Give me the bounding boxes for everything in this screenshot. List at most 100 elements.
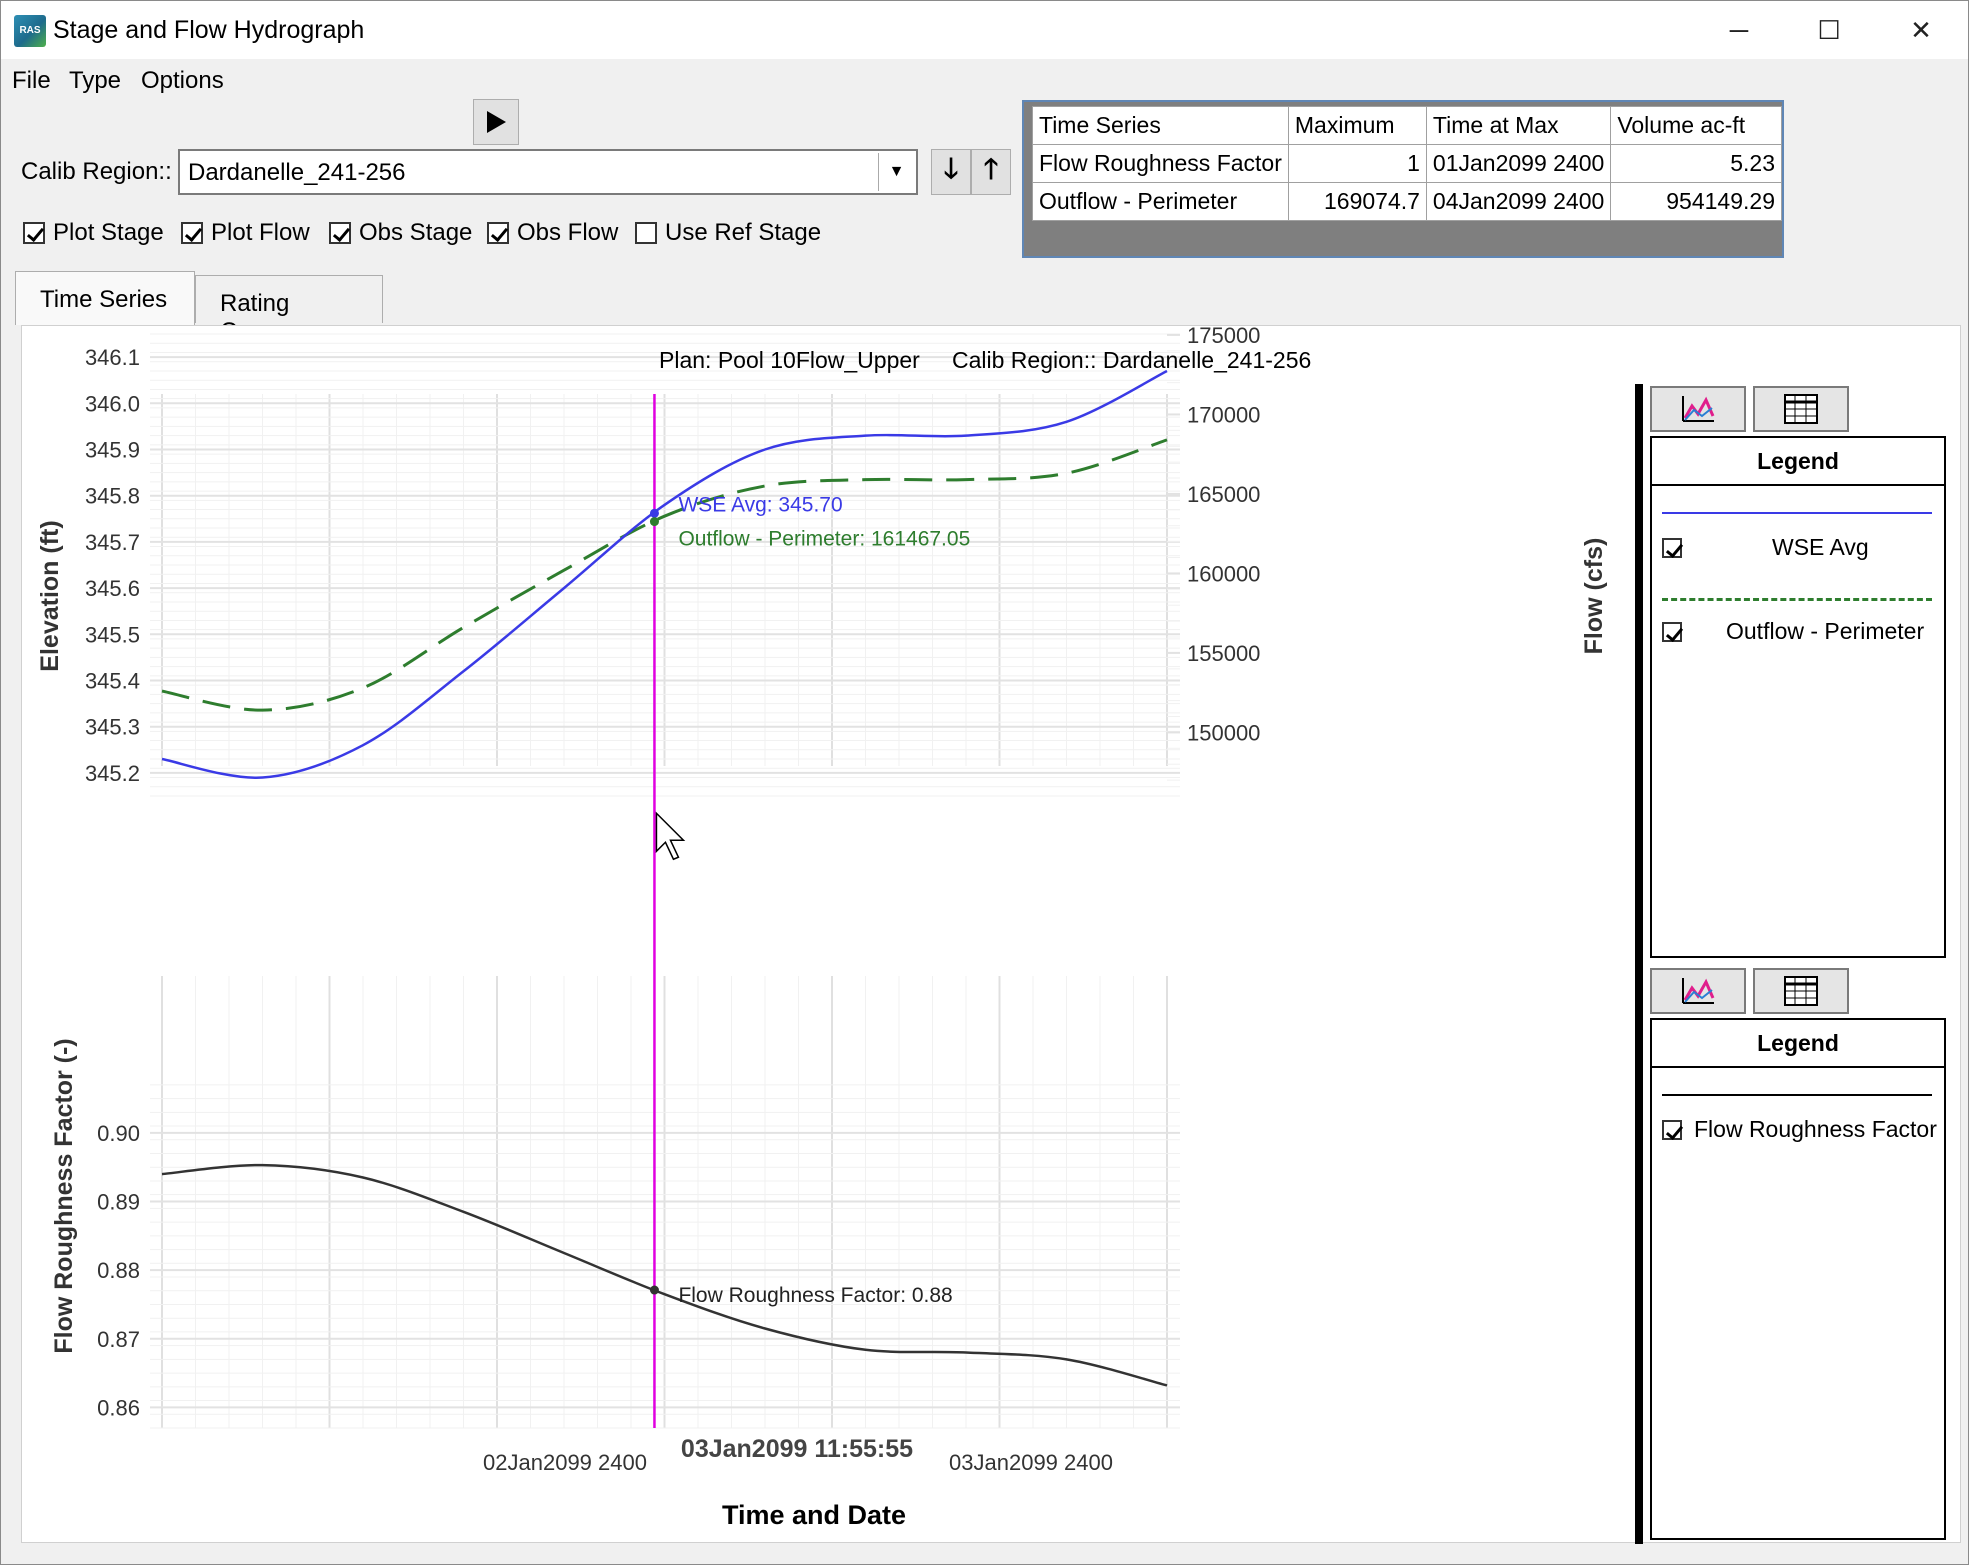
y-tick-label: 0.88 (97, 1258, 140, 1283)
x-tick-label: 03Jan2099 2400 (949, 1450, 1113, 1475)
legend-entry-roughness[interactable]: Flow Roughness Factor (1662, 1116, 1937, 1143)
plot-stage-checkbox[interactable]: Plot Stage (23, 219, 164, 247)
plot-title-plan: Plan: Pool 10Flow_Upper (659, 347, 920, 373)
y-axis-label-roughness: Flow Roughness Factor (-) (50, 1038, 78, 1353)
outflow-legend-swatch (1662, 598, 1932, 601)
checkbox-box[interactable] (181, 222, 203, 244)
menu-type[interactable]: Type (69, 67, 121, 95)
title-bar: RAS Stage and Flow Hydrograph ─ ☐ ✕ (1, 1, 1968, 59)
stats-grid-panel: Time Series Maximum Time at Max Volume a… (1022, 100, 1784, 258)
y-tick-label: 346.1 (85, 345, 140, 370)
menu-bar: File Type Options (1, 63, 1968, 103)
close-button[interactable]: ✕ (1876, 1, 1966, 59)
obs-flow-checkbox[interactable]: Obs Flow (487, 219, 618, 247)
checkbox-box[interactable] (1662, 621, 1682, 642)
stats-cell: 01Jan2099 2400 (1425, 144, 1612, 183)
cursor-time-label: 03Jan2099 11:55:55 (681, 1435, 913, 1463)
y-tick-label: 345.6 (85, 576, 140, 601)
y-tick-label: 0.86 (97, 1395, 140, 1420)
stats-cell: 169074.7 (1287, 182, 1427, 221)
legend-entry-wse[interactable]: WSE Avg (1662, 534, 1869, 561)
stats-header[interactable]: Time at Max (1425, 106, 1612, 145)
legend-entry-outflow[interactable]: Outflow - Perimeter (1662, 618, 1924, 645)
use-ref-stage-checkbox[interactable]: Use Ref Stage (635, 219, 821, 247)
hydrograph-window: RAS Stage and Flow Hydrograph ─ ☐ ✕ File… (0, 0, 1969, 1565)
chart-icon (1682, 978, 1715, 1004)
table-view-button[interactable] (1753, 386, 1849, 432)
lower-legend: Legend Flow Roughness Factor (1650, 1018, 1946, 1540)
plot-flow-checkbox[interactable]: Plot Flow (181, 219, 310, 247)
plot-view-button[interactable] (1650, 386, 1746, 432)
tab-time-series[interactable]: Time Series (15, 271, 195, 325)
stats-cell: 954149.29 (1610, 182, 1782, 221)
menu-file[interactable]: File (12, 67, 51, 95)
y-tick-label: 346.0 (85, 391, 140, 416)
lower-legend-toolbar (1650, 968, 1930, 1016)
y-tick-label: 345.4 (85, 669, 140, 694)
plot-view-button[interactable] (1650, 968, 1746, 1014)
grid-layer (150, 333, 1180, 1429)
menu-options[interactable]: Options (141, 67, 224, 95)
stats-row[interactable]: Outflow - Perimeter 169074.7 04Jan2099 2… (1032, 182, 1782, 221)
legend-title: Legend (1652, 1020, 1944, 1068)
stats-header[interactable]: Volume ac-ft (1610, 106, 1782, 145)
y-tick-label: 345.3 (85, 715, 140, 740)
wse-cursor-marker (649, 508, 659, 518)
roughness-legend-swatch (1662, 1094, 1932, 1096)
checkbox-box[interactable] (329, 222, 351, 244)
stats-cell: 1 (1287, 144, 1427, 183)
legend-entry-label: Flow Roughness Factor (1694, 1116, 1937, 1142)
checkbox-label: Obs Stage (359, 219, 473, 246)
obs-stage-checkbox[interactable]: Obs Stage (329, 219, 472, 247)
play-button[interactable] (473, 99, 519, 145)
checkbox-box[interactable] (1662, 537, 1682, 558)
stats-table: Time Series Maximum Time at Max Volume a… (1032, 106, 1782, 221)
y-tick-label: 155000 (1187, 641, 1260, 666)
stats-cell: 04Jan2099 2400 (1425, 182, 1612, 221)
y-tick-label: 345.5 (85, 622, 140, 647)
checkbox-box[interactable] (23, 222, 45, 244)
wse-legend-swatch (1662, 512, 1932, 514)
legend-title: Legend (1652, 438, 1944, 486)
checkbox-box[interactable] (487, 222, 509, 244)
checkbox-box[interactable] (1662, 1119, 1682, 1140)
stats-row[interactable]: Flow Roughness Factor 1 01Jan2099 2400 5… (1032, 144, 1782, 183)
checkbox-label: Plot Flow (211, 219, 310, 246)
checkbox-label: Use Ref Stage (665, 219, 822, 246)
y-tick-label: 170000 (1187, 402, 1260, 427)
y-tick-label: 345.7 (85, 530, 140, 555)
hydrograph-chart[interactable]: 345.2 345.3 345.4 345.5 345.6 345.7 345.8 345.9… (22, 326, 1652, 1542)
y-tick-label: 165000 (1187, 482, 1260, 507)
stats-header[interactable]: Time Series (1032, 106, 1289, 145)
play-icon (487, 111, 506, 133)
table-icon (1784, 394, 1818, 424)
chevron-down-icon[interactable]: ▼ (878, 153, 914, 191)
checkbox-box[interactable] (635, 222, 657, 244)
previous-region-button[interactable]: 🡑 (971, 149, 1011, 195)
y-axis-label-flow: Flow (cfs) (1580, 538, 1608, 655)
calib-region-select[interactable]: Dardanelle_241-256 ▼ (178, 149, 918, 195)
x-tick-label: 02Jan2099 2400 (483, 1450, 647, 1475)
stats-cell: Flow Roughness Factor (1032, 144, 1289, 183)
calib-region-value: Dardanelle_241-256 (188, 159, 406, 186)
maximize-button[interactable]: ☐ (1784, 1, 1874, 59)
chart-icon (1682, 396, 1715, 422)
ras-app-icon: RAS (14, 15, 46, 47)
next-region-button[interactable]: 🡓 (931, 149, 971, 195)
outflow-cursor-marker (649, 517, 659, 527)
stats-cell: Outflow - Perimeter (1032, 182, 1289, 221)
stats-header-row: Time Series Maximum Time at Max Volume a… (1032, 106, 1782, 145)
stats-header[interactable]: Maximum (1287, 106, 1427, 145)
y-tick-label: 150000 (1187, 720, 1260, 745)
arrow-up-icon: 🡑 (983, 153, 999, 184)
table-view-button[interactable] (1753, 968, 1849, 1014)
y-tick-label: 160000 (1187, 561, 1260, 586)
minimize-button[interactable]: ─ (1694, 1, 1784, 59)
upper-legend: Legend WSE Avg Outflow - Perimeter (1650, 436, 1946, 958)
tab-rating-curve[interactable]: Rating Curve (195, 275, 383, 345)
y-tick-label: 0.90 (97, 1121, 140, 1146)
mouse-pointer-icon (655, 811, 686, 861)
panel-splitter[interactable] (1635, 384, 1643, 1544)
y-tick-label: 0.87 (97, 1327, 140, 1352)
upper-legend-toolbar (1650, 386, 1930, 434)
